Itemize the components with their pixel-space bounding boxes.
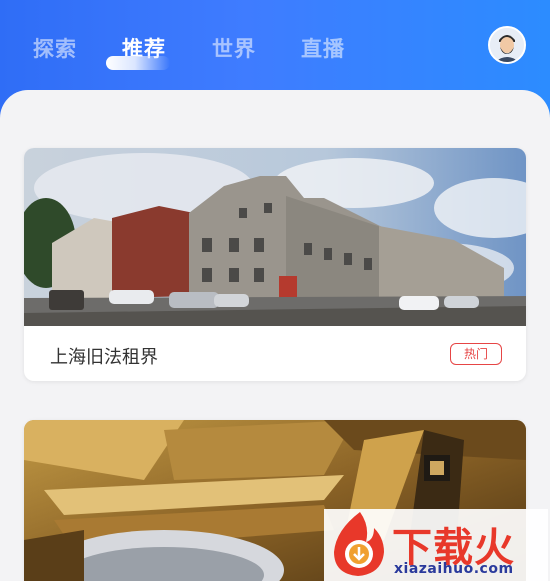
user-avatar-icon [490, 28, 524, 62]
watermark-url: xiazaihuo.com [394, 561, 514, 577]
tab-live[interactable]: 直播 [301, 33, 345, 63]
watermark: 下载火 xiazaihuo.com [324, 509, 548, 581]
tab-explore[interactable]: 探索 [33, 33, 77, 63]
tab-world[interactable]: 世界 [212, 33, 256, 63]
article-card[interactable]: 上海旧法租界 热门 [24, 148, 526, 381]
hot-badge: 热门 [450, 343, 502, 365]
street-buildings-photo [24, 148, 526, 326]
avatar[interactable] [488, 26, 526, 64]
flame-logo-icon [334, 512, 384, 576]
card-title: 上海旧法租界 [50, 347, 158, 368]
active-tab-indicator [106, 56, 170, 70]
